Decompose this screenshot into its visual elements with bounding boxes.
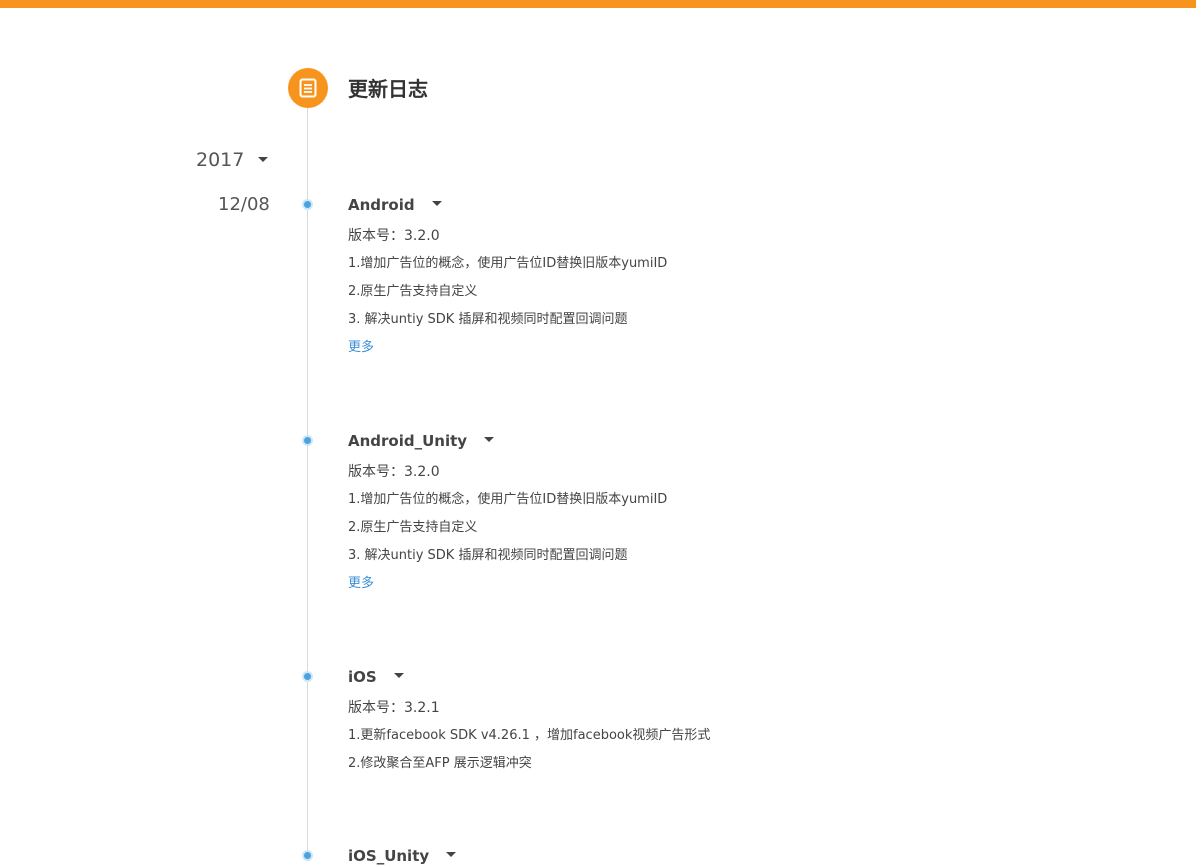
entry-title[interactable]: Android xyxy=(348,195,415,215)
entry-note: 1.增加广告位的概念，使用广告位ID替换旧版本yumiID xyxy=(348,256,668,271)
timeline-dot xyxy=(302,199,313,210)
timeline-dot xyxy=(302,850,313,861)
changelog-entry-android: Android 版本号：3.2.0 1.增加广告位的概念，使用广告位ID替换旧版… xyxy=(348,195,667,357)
caret-down-icon[interactable] xyxy=(393,673,404,678)
caret-down-icon[interactable] xyxy=(431,201,442,206)
entry-note: 1.更新facebook SDK v4.26.1 ，增加facebook视频广告… xyxy=(348,728,711,743)
page-title: 更新日志 xyxy=(348,77,428,101)
timeline-line xyxy=(307,100,308,859)
entry-note: 2.修改聚合至AFP 展示逻辑冲突 xyxy=(348,756,532,771)
changelog-entry-android-unity: Android_Unity 版本号：3.2.0 1.增加广告位的概念，使用广告位… xyxy=(348,431,667,593)
document-icon xyxy=(288,68,328,108)
date-label: 12/08 xyxy=(218,194,270,215)
year-label[interactable]: 2017 xyxy=(196,148,244,172)
changelog-entry-ios: iOS 版本号：3.2.1 1.更新facebook SDK v4.26.1 ，… xyxy=(348,667,710,773)
entry-note: 2.原生广告支持自定义 xyxy=(348,520,478,535)
entry-note: 3. 解决untiy SDK 插屏和视频同时配置回调问题 xyxy=(348,548,628,563)
timeline-dot xyxy=(302,671,313,682)
entry-version: 版本号：3.2.0 xyxy=(348,464,440,480)
top-accent-bar xyxy=(0,0,1196,8)
entry-title[interactable]: Android_Unity xyxy=(348,431,467,451)
timeline-dot xyxy=(302,435,313,446)
entry-version: 版本号：3.2.1 xyxy=(348,700,440,716)
year-caret-down-icon[interactable] xyxy=(258,157,268,162)
entry-title[interactable]: iOS xyxy=(348,667,377,687)
entry-note: 2.原生广告支持自定义 xyxy=(348,284,478,299)
caret-down-icon[interactable] xyxy=(484,437,495,442)
entry-note: 3. 解决untiy SDK 插屏和视频同时配置回调问题 xyxy=(348,312,628,327)
more-link[interactable]: 更多 xyxy=(348,575,667,593)
changelog-entry-ios-unity: iOS_Unity xyxy=(348,846,457,866)
entry-note: 1.增加广告位的概念，使用广告位ID替换旧版本yumiID xyxy=(348,492,668,507)
entry-version: 版本号：3.2.0 xyxy=(348,228,440,244)
more-link[interactable]: 更多 xyxy=(348,339,667,357)
caret-down-icon[interactable] xyxy=(446,852,457,857)
entry-title[interactable]: iOS_Unity xyxy=(348,846,429,866)
